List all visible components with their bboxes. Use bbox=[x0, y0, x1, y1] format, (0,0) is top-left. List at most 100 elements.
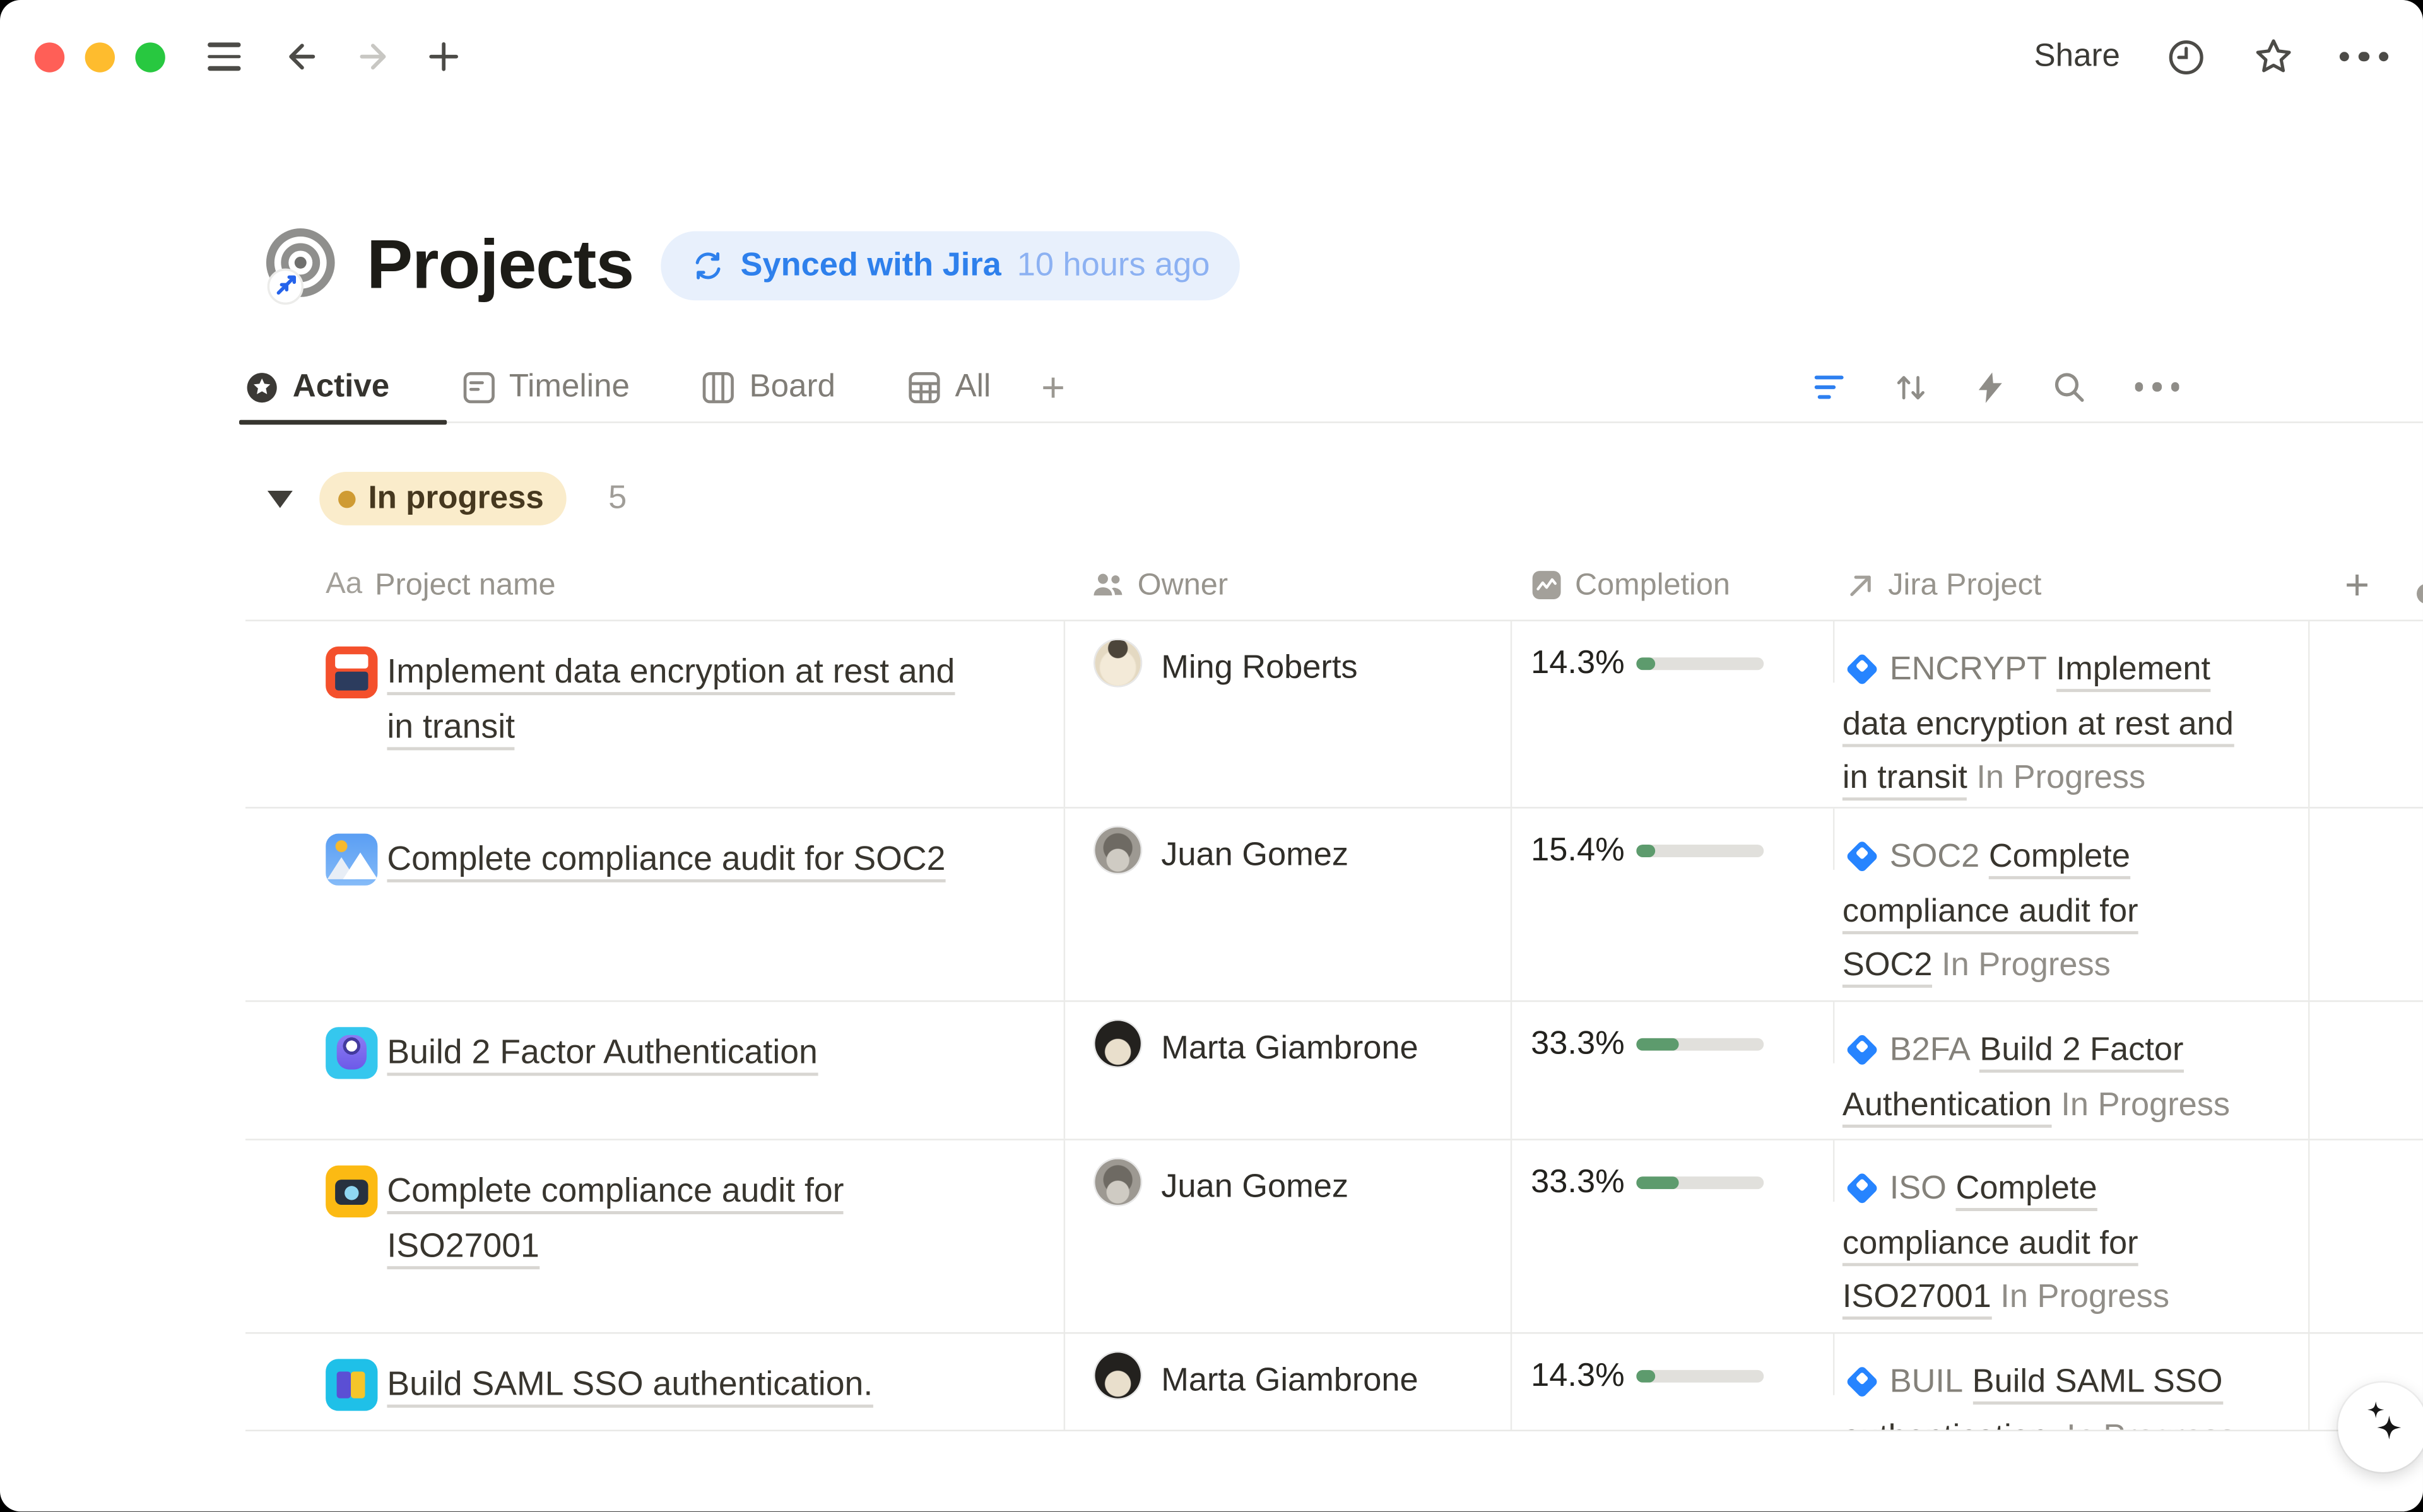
new-tab-icon[interactable] bbox=[423, 36, 464, 77]
table-row[interactable]: Build SAML SSO authentication. Marta Gia… bbox=[245, 1333, 2423, 1431]
jira-project-link[interactable]: ENCRYPT Implementdata encryption at rest… bbox=[1842, 643, 2305, 807]
tab-label: Active bbox=[293, 368, 389, 406]
group-count: 5 bbox=[608, 480, 627, 518]
board-view-icon bbox=[702, 370, 735, 403]
project-emoji-icon bbox=[326, 1027, 377, 1079]
column-header-owner[interactable]: Owner bbox=[1065, 567, 1512, 603]
traffic-lights bbox=[35, 42, 165, 71]
owner-name[interactable]: Marta Giambrone bbox=[1161, 1030, 1418, 1068]
minimize-button[interactable] bbox=[85, 42, 115, 71]
projects-table: Aa Project name Owner Completion Jira Pr… bbox=[245, 551, 2423, 1431]
group-label: In progress bbox=[368, 480, 543, 518]
tab-label: All bbox=[955, 368, 991, 406]
jira-diamond-icon bbox=[1846, 840, 1879, 873]
tab-all[interactable]: All bbox=[908, 368, 991, 406]
chart-icon bbox=[1531, 570, 1562, 601]
completion-percent: 15.4% bbox=[1531, 832, 1624, 870]
jira-status: In Progress bbox=[2000, 1279, 2169, 1315]
more-options-icon[interactable] bbox=[2339, 52, 2389, 62]
zoom-button[interactable] bbox=[135, 42, 165, 71]
progress-bar bbox=[1636, 1370, 1764, 1382]
tab-timeline[interactable]: Timeline bbox=[462, 368, 630, 406]
progress-fill bbox=[1636, 1370, 1654, 1382]
owner-avatar bbox=[1095, 828, 1140, 873]
menu-icon[interactable] bbox=[203, 36, 244, 77]
active-tab-underline bbox=[239, 420, 447, 425]
table-row[interactable]: Complete compliance audit forISO27001 Ju… bbox=[245, 1140, 2423, 1334]
text-type-icon: Aa bbox=[326, 568, 362, 602]
status-badge[interactable]: In progress bbox=[319, 472, 566, 525]
close-button[interactable] bbox=[35, 42, 64, 71]
row-more-icon[interactable] bbox=[2417, 583, 2423, 603]
star-view-icon bbox=[245, 370, 278, 403]
sync-time: 10 hours ago bbox=[1017, 247, 1210, 284]
owner-name[interactable]: Marta Giambrone bbox=[1161, 1362, 1418, 1400]
empty-cell bbox=[2309, 1140, 2423, 1332]
add-view-button[interactable]: + bbox=[1041, 363, 1065, 411]
jira-status: In Progress bbox=[2066, 1418, 2236, 1429]
progress-bar bbox=[1636, 845, 1764, 857]
table-row[interactable]: Complete compliance audit for SOC2 Juan … bbox=[245, 809, 2423, 1002]
project-emoji-icon bbox=[326, 834, 377, 886]
jira-project-link[interactable]: B2FA Build 2 FactorAuthentication In Pro… bbox=[1842, 1024, 2305, 1133]
page-target-icon[interactable] bbox=[259, 225, 341, 307]
progress-bar bbox=[1636, 1177, 1764, 1189]
timeline-view-icon bbox=[462, 370, 495, 403]
jira-project-link[interactable]: BUIL Build SAML SSOauthentication. In Pr… bbox=[1842, 1356, 2305, 1429]
column-header-completion[interactable]: Completion bbox=[1512, 567, 1834, 603]
jira-diamond-icon bbox=[1846, 1033, 1879, 1067]
jira-sync-badge[interactable]: Synced with Jira 10 hours ago bbox=[660, 231, 1239, 301]
project-name-link[interactable]: Build SAML SSO authentication. bbox=[387, 1357, 873, 1412]
tab-label: Timeline bbox=[509, 368, 630, 406]
tab-active[interactable]: Active bbox=[245, 368, 389, 406]
back-icon[interactable] bbox=[281, 36, 322, 77]
group-header: In progress 5 bbox=[245, 472, 2423, 525]
add-column-button[interactable]: + bbox=[2345, 561, 2369, 609]
completion-percent: 14.3% bbox=[1531, 1357, 1624, 1395]
column-header-project-name[interactable]: Aa Project name bbox=[245, 567, 1065, 603]
empty-cell bbox=[2309, 621, 2423, 807]
filter-icon[interactable] bbox=[1813, 372, 1845, 402]
sort-icon[interactable] bbox=[1894, 370, 1926, 403]
jira-diamond-icon bbox=[1846, 1171, 1879, 1205]
people-icon bbox=[1092, 571, 1124, 599]
owner-name[interactable]: Juan Gomez bbox=[1161, 1169, 1348, 1207]
jira-project-link[interactable]: SOC2 Completecompliance audit forSOC2 In… bbox=[1842, 831, 2305, 995]
window-titlebar: Share bbox=[0, 0, 2423, 114]
view-more-icon[interactable] bbox=[2134, 383, 2179, 392]
progress-fill bbox=[1636, 1038, 1678, 1050]
project-name-link[interactable]: Complete compliance audit forISO27001 bbox=[387, 1164, 844, 1274]
jira-key: SOC2 bbox=[1890, 838, 1980, 874]
collapse-triangle-icon[interactable] bbox=[268, 490, 293, 507]
owner-name[interactable]: Ming Roberts bbox=[1161, 650, 1357, 688]
tab-label: Board bbox=[750, 368, 835, 406]
table-header-row: Aa Project name Owner Completion Jira Pr… bbox=[245, 551, 2423, 620]
history-clock-icon[interactable] bbox=[2166, 36, 2207, 77]
tab-board[interactable]: Board bbox=[702, 368, 835, 406]
jira-status: In Progress bbox=[1976, 760, 2145, 796]
project-name-link[interactable]: Complete compliance audit for SOC2 bbox=[387, 832, 945, 887]
progress-bar bbox=[1636, 1038, 1764, 1050]
table-row[interactable]: Build 2 Factor Authentication Marta Giam… bbox=[245, 1002, 2423, 1140]
favorite-star-icon[interactable] bbox=[2252, 36, 2293, 77]
ai-assistant-button[interactable] bbox=[2338, 1383, 2423, 1472]
jira-key: BUIL bbox=[1890, 1364, 1963, 1400]
owner-avatar bbox=[1095, 640, 1140, 686]
share-button[interactable]: Share bbox=[2034, 38, 2120, 76]
app-window: Share Projects bbox=[0, 0, 2423, 1512]
table-row[interactable]: Implement data encryption at rest andin … bbox=[245, 621, 2423, 809]
column-label: Jira Project bbox=[1888, 567, 2041, 603]
owner-name[interactable]: Juan Gomez bbox=[1161, 837, 1348, 875]
lightning-icon[interactable] bbox=[1976, 370, 2004, 403]
forward-icon[interactable] bbox=[353, 36, 394, 77]
jira-project-link[interactable]: ISO Completecompliance audit forISO27001… bbox=[1842, 1163, 2305, 1327]
completion-percent: 14.3% bbox=[1531, 645, 1624, 683]
page-header: Projects Synced with Jira 10 hours ago bbox=[245, 223, 2423, 308]
view-tabs: Active Timeline Board All + bbox=[245, 353, 2423, 422]
project-name-link[interactable]: Implement data encryption at rest andin … bbox=[387, 645, 955, 755]
jira-status: In Progress bbox=[1942, 947, 2111, 983]
project-name-link[interactable]: Build 2 Factor Authentication bbox=[387, 1026, 817, 1081]
completion-percent: 33.3% bbox=[1531, 1026, 1624, 1064]
search-icon[interactable] bbox=[2053, 370, 2085, 403]
column-header-jira-project[interactable]: Jira Project bbox=[1834, 567, 2309, 603]
